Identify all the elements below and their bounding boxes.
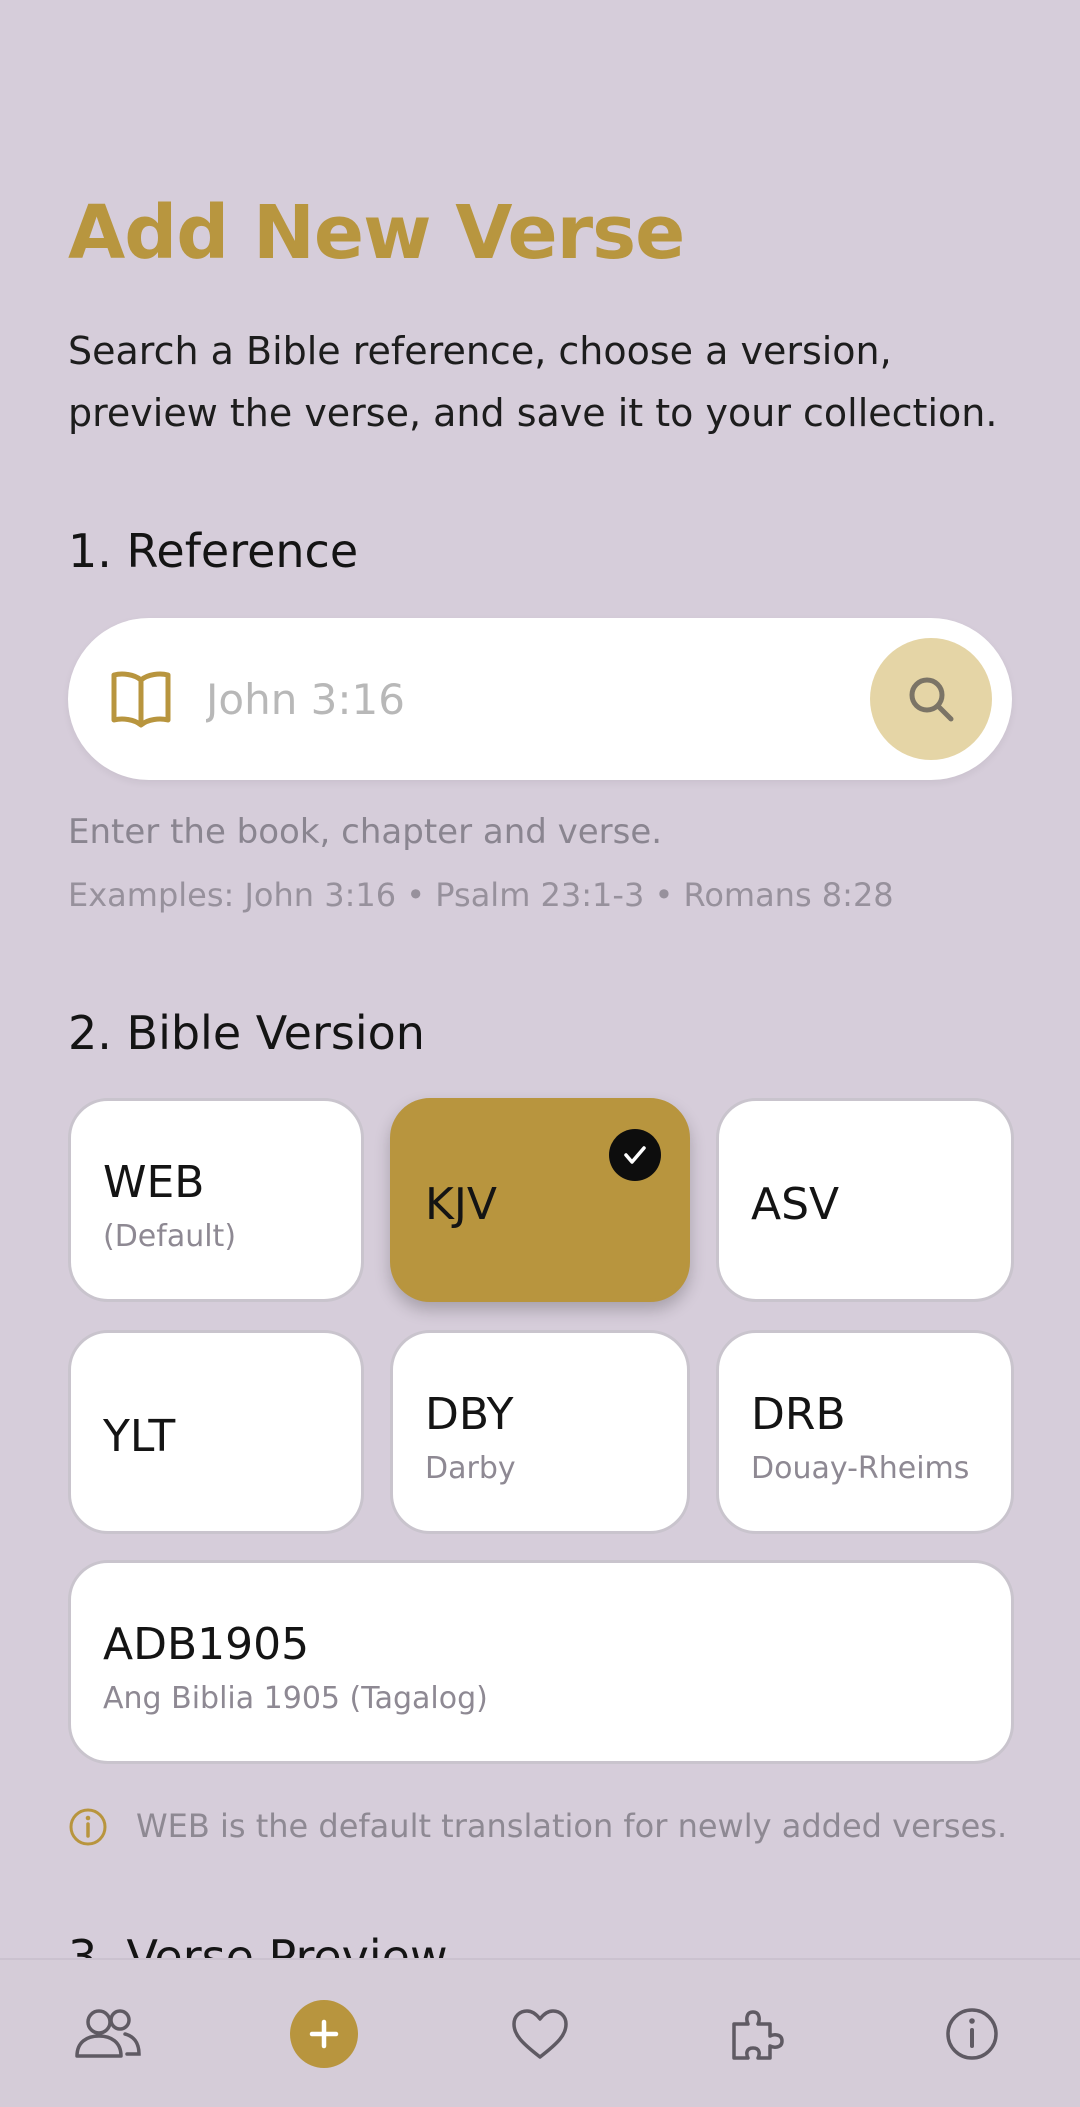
version-card-drb[interactable]: DRB Douay-Rheims: [716, 1330, 1014, 1534]
version-code: YLT: [103, 1411, 176, 1462]
nav-extensions[interactable]: [648, 1960, 864, 2107]
people-icon: [75, 2008, 141, 2058]
version-card-dby[interactable]: DBY Darby: [390, 1330, 690, 1534]
version-desc: Darby: [425, 1451, 516, 1486]
version-card-asv[interactable]: ASV: [716, 1098, 1014, 1302]
nav-favorites[interactable]: [432, 1960, 648, 2107]
reference-hint: Enter the book, chapter and verse.: [68, 812, 663, 852]
heart-icon: [512, 2008, 568, 2059]
add-icon: [290, 1999, 358, 2068]
page-subtitle: Search a Bible reference, choose a versi…: [68, 329, 998, 435]
version-card-kjv[interactable]: KJV: [390, 1098, 690, 1302]
version-desc: (Default): [103, 1219, 237, 1254]
version-desc: Ang Biblia 1905 (Tagalog): [103, 1681, 488, 1716]
version-code: DBY: [425, 1389, 514, 1440]
add-verse-screen: Add New Verse Search a Bible reference, …: [0, 0, 1080, 2107]
open-book-icon: [111, 671, 171, 728]
version-code: KJV: [425, 1179, 497, 1230]
version-code: ADB1905: [103, 1619, 310, 1670]
nav-add[interactable]: [216, 1960, 432, 2107]
version-code: WEB: [103, 1157, 205, 1208]
search-button[interactable]: [870, 638, 992, 760]
version-desc: Douay-Rheims: [751, 1451, 970, 1486]
checkmark-icon: [609, 1129, 661, 1181]
version-info-text: WEB is the default translation for newly…: [136, 1807, 1008, 1845]
magnifier-icon: [909, 677, 954, 722]
nav-info[interactable]: [864, 1960, 1080, 2107]
nav-people[interactable]: [0, 1960, 216, 2107]
reference-examples: Examples: John 3:16 • Psalm 23:1-3 • Rom…: [68, 876, 894, 914]
version-card-ylt[interactable]: YLT: [68, 1330, 364, 1534]
version-code: ASV: [751, 1179, 840, 1230]
version-card-adb1905[interactable]: ADB1905 Ang Biblia 1905 (Tagalog): [68, 1560, 1014, 1764]
info-icon: [946, 2007, 998, 2060]
version-code: DRB: [751, 1389, 846, 1440]
reference-search-box: [68, 618, 1012, 780]
puzzle-icon: [732, 2009, 784, 2060]
bottom-nav: [0, 1958, 1080, 2107]
reference-section-label: 1. Reference: [68, 524, 359, 578]
page-title: Add New Verse: [68, 190, 685, 276]
version-card-web[interactable]: WEB (Default): [68, 1098, 364, 1302]
version-section-label: 2. Bible Version: [68, 1006, 425, 1060]
info-circle-icon: [69, 1808, 107, 1846]
reference-input[interactable]: [204, 648, 828, 750]
version-info-row: WEB is the default translation for newly…: [68, 1805, 1028, 1857]
